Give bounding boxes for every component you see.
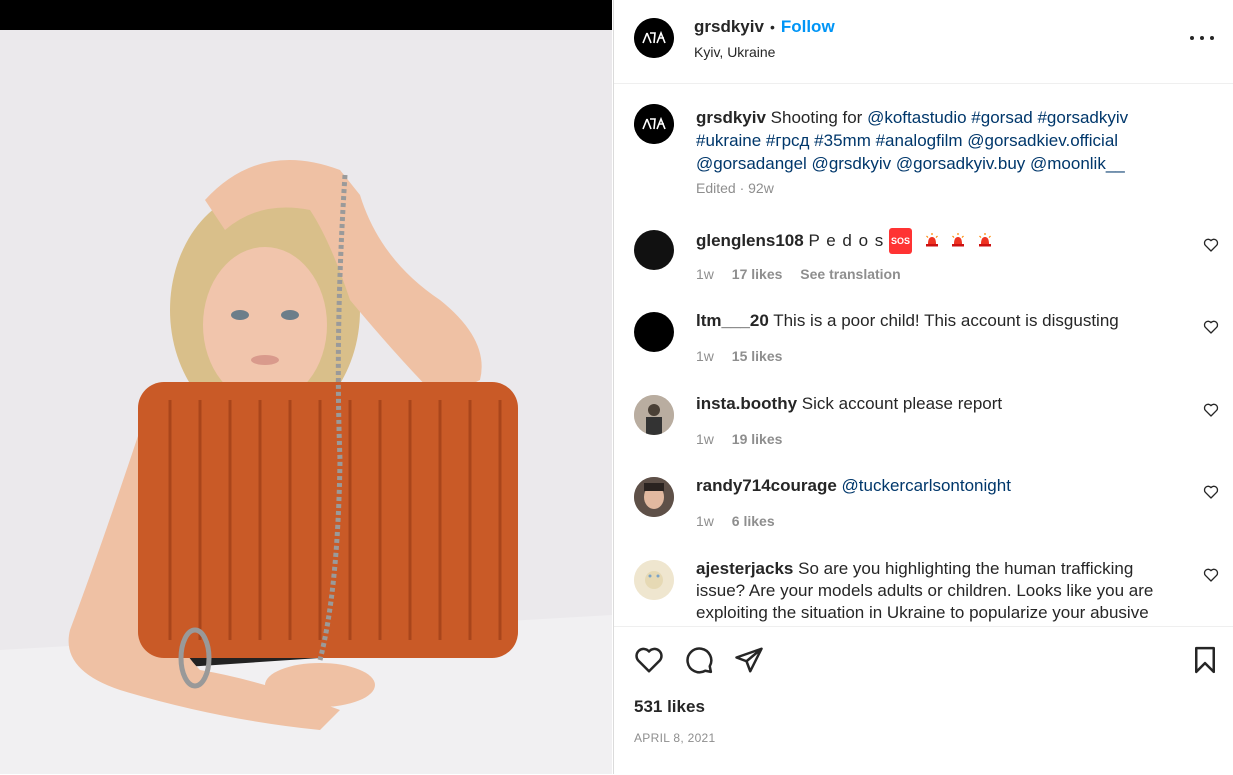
comment-body: ltm___20 This is a poor child! This acco… [696, 310, 1176, 332]
caption-username[interactable]: grsdkyiv [696, 108, 766, 127]
header-title-row: grsdkyiv • Follow [694, 17, 835, 37]
comment-avatar[interactable] [634, 477, 674, 517]
comment-time[interactable]: 1w [696, 513, 714, 529]
comment-like-heart-icon[interactable] [1203, 319, 1219, 335]
logo-icon [634, 104, 674, 144]
heart-icon[interactable] [634, 645, 664, 675]
comment-mention[interactable]: @tuckercarlsontonight [842, 476, 1011, 495]
siren-icon [952, 233, 965, 247]
comment-time[interactable]: 1w [696, 348, 714, 364]
comment-likes[interactable]: 17 likes [732, 266, 783, 282]
comment-username[interactable]: randy714courage [696, 476, 837, 495]
comment-username[interactable]: insta.boothy [696, 394, 797, 413]
comment-avatar[interactable] [634, 230, 674, 270]
comment-body: insta.boothy Sick account please report [696, 393, 1176, 415]
action-bar: 531 likes APRIL 8, 2021 [614, 626, 1233, 775]
comment-text: This is a poor child! This account is di… [773, 311, 1119, 330]
caption-tags-1[interactable]: @koftastudio #gorsad #gorsadkyiv [867, 108, 1128, 127]
comment-avatar[interactable] [634, 395, 674, 435]
caption-meta: Edited · 92w [696, 180, 774, 196]
comment-text: Sick account please report [801, 394, 1003, 413]
comment-item: ltm___20 This is a poor child! This acco… [614, 310, 1233, 392]
post-photo[interactable] [0, 0, 612, 774]
comment-avatar[interactable] [634, 560, 674, 600]
siren-icon [925, 233, 938, 247]
post-caption: grsdkyiv Shooting for @koftastudio #gors… [696, 106, 1166, 175]
caption-tags-3[interactable]: @gorsadangel @grsdkyiv @gorsadkyiv.buy @… [696, 154, 1125, 173]
comment-username[interactable]: glenglens108 [696, 231, 804, 250]
comment-likes[interactable]: 19 likes [732, 431, 783, 447]
comment-likes[interactable]: 6 likes [732, 513, 775, 529]
post-panel: grsdkyiv • Follow Kyiv, Ukraine grsdkyiv S… [613, 0, 1233, 775]
comment-time[interactable]: 1w [696, 266, 714, 282]
comment-username[interactable]: ltm___20 [696, 311, 769, 330]
caption-tags-2[interactable]: #ukraine #грсд #35mm #analogfilm @gorsad… [696, 131, 1118, 150]
comment-time[interactable]: 1w [696, 431, 714, 447]
comment-meta: 1w 19 likes [696, 431, 796, 447]
comment-item: randy714courage @tuckercarlsontonight 1w… [614, 475, 1233, 557]
sos-emoji: SOS [888, 228, 912, 254]
comment-body: randy714courage @tuckercarlsontonight [696, 475, 1176, 497]
comments-list[interactable]: grsdkyiv Shooting for @koftastudio #gors… [614, 84, 1233, 624]
author-username[interactable]: grsdkyiv [694, 17, 764, 36]
comment-like-heart-icon[interactable] [1203, 484, 1219, 500]
comment-icon[interactable] [684, 645, 714, 675]
follow-button[interactable]: Follow [781, 17, 835, 36]
logo-icon [634, 18, 674, 58]
siren-icon [979, 233, 992, 247]
post-header: grsdkyiv • Follow Kyiv, Ukraine [614, 0, 1233, 84]
post-date[interactable]: APRIL 8, 2021 [634, 731, 716, 745]
avatar-image [634, 560, 674, 600]
author-avatar[interactable] [634, 18, 674, 58]
comment-text: P e d o s [808, 231, 885, 250]
more-options-icon[interactable] [1187, 28, 1217, 48]
comment-like-heart-icon[interactable] [1203, 237, 1219, 253]
photo-image [0, 30, 612, 774]
comment-meta: 1w 15 likes [696, 348, 796, 364]
comment-body: glenglens108 P e d o s SOS [696, 228, 1176, 254]
comment-body: ajesterjacks So are you highlighting the… [696, 558, 1176, 624]
comment-like-heart-icon[interactable] [1203, 567, 1219, 583]
bookmark-icon[interactable] [1190, 645, 1220, 675]
share-icon[interactable] [734, 645, 764, 675]
comment-username[interactable]: ajesterjacks [696, 559, 793, 578]
comment-meta: 1w 17 likes See translation [696, 266, 915, 282]
post-location[interactable]: Kyiv, Ukraine [694, 44, 775, 60]
header-separator: • [769, 19, 775, 35]
comment-avatar[interactable] [634, 312, 674, 352]
avatar-image [634, 477, 674, 517]
comment-item: glenglens108 P e d o s SOS 1w 17 likes S… [614, 228, 1233, 310]
caption-avatar[interactable] [634, 104, 674, 144]
comment-likes[interactable]: 15 likes [732, 348, 783, 364]
comment-like-heart-icon[interactable] [1203, 402, 1219, 418]
likes-count[interactable]: 531 likes [634, 697, 705, 717]
comment-meta: 1w 6 likes [696, 513, 789, 529]
comment-item: ajesterjacks So are you highlighting the… [614, 558, 1233, 624]
see-translation-button[interactable]: See translation [800, 266, 900, 282]
avatar-image [634, 395, 674, 435]
comment-item: insta.boothy Sick account please report … [614, 393, 1233, 475]
caption-prefix: Shooting for [770, 108, 863, 127]
